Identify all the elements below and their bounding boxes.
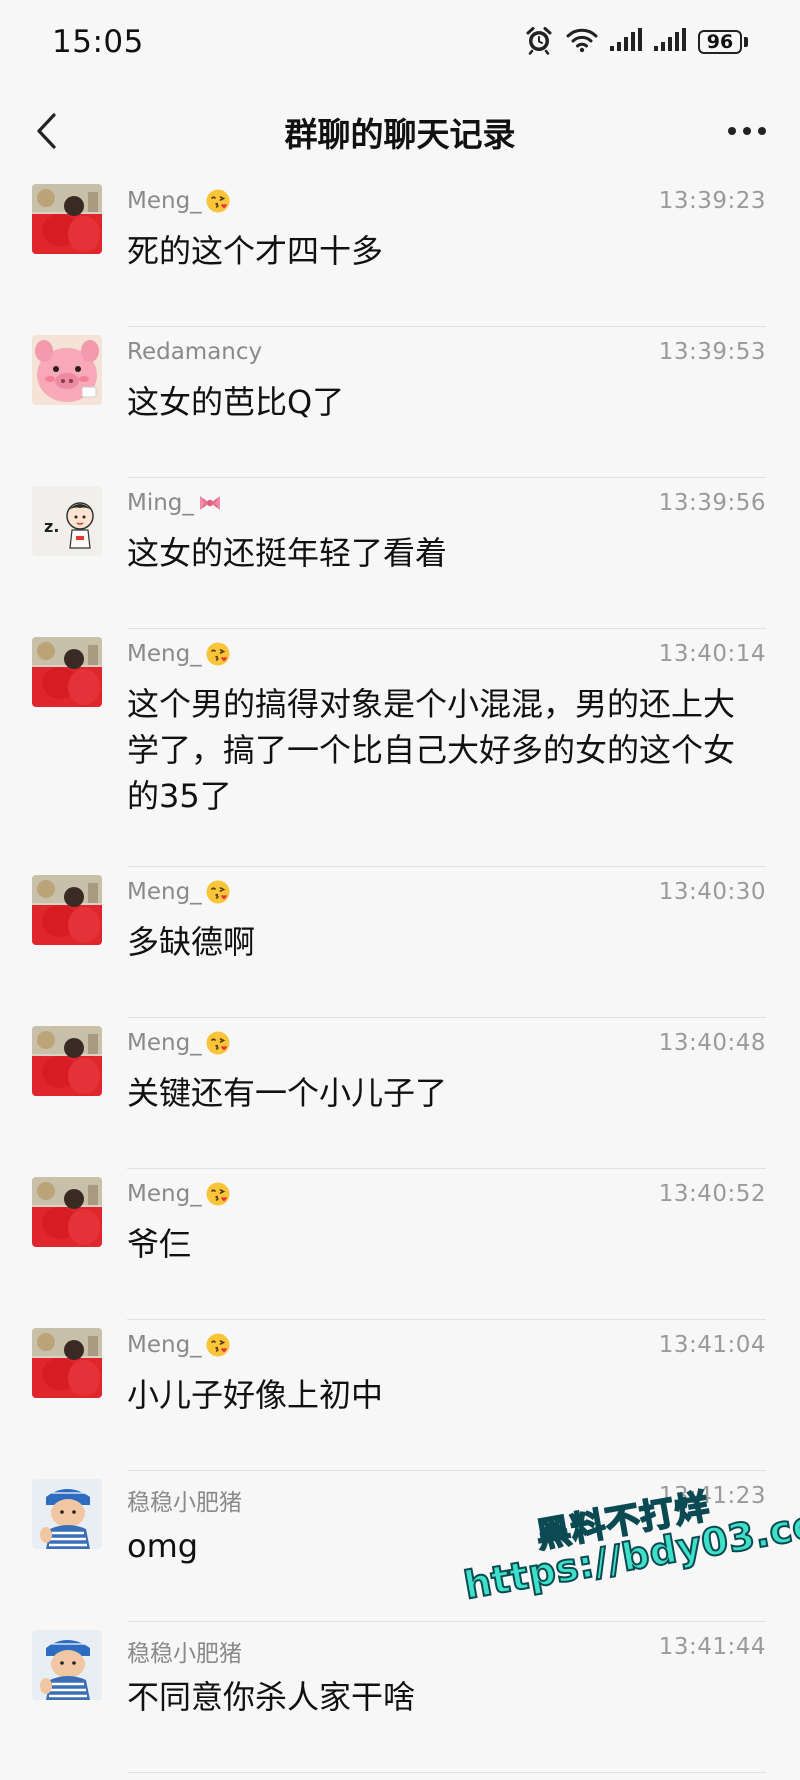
message-time: 13:40:48 <box>658 1030 766 1056</box>
avatar[interactable]: z. <box>32 486 102 556</box>
kiss-emoji-icon <box>205 1332 231 1358</box>
avatar[interactable] <box>32 335 102 405</box>
sender-name-text: Meng_ <box>127 641 202 667</box>
message-text: 这女的芭比Q了 <box>127 383 345 421</box>
sender-name-text: Meng_ <box>127 879 202 905</box>
avatar[interactable] <box>32 1026 102 1096</box>
message-text: 这个男的搞得对象是个小混混，男的还上大学了，搞了一个比自己大好多的女的这个女的3… <box>127 685 736 815</box>
alarm-icon <box>524 25 554 59</box>
bow-emoji-icon <box>197 490 223 516</box>
wifi-icon <box>566 26 598 58</box>
sender-name: Meng_ <box>127 879 231 905</box>
message-item[interactable]: Meng_ 13:40:14 这个男的搞得对象是个小混混，男的还上大学了，搞了一个比… <box>0 629 800 867</box>
sender-name-text: Meng_ <box>127 1181 202 1207</box>
sender-name: Ming_ <box>127 490 223 516</box>
message-text: 不同意你杀人家干啥 <box>127 1678 416 1716</box>
message-item[interactable]: z. Ming_ 13:39:56 这女的还挺年轻了看着 <box>0 478 800 629</box>
sender-name-text: Meng_ <box>127 1332 202 1358</box>
message-text: 关键还有一个小儿子了 <box>127 1074 448 1112</box>
avatar[interactable] <box>32 1328 102 1398</box>
status-bar: 15:05 96 <box>0 0 800 86</box>
avatar[interactable] <box>32 184 102 254</box>
sender-name: Meng_ <box>127 188 231 214</box>
message-item[interactable]: Meng_ 13:40:52 爷仨 <box>0 1169 800 1320</box>
message-time: 13:41:23 <box>658 1483 766 1509</box>
divider <box>127 1771 766 1773</box>
message-item[interactable]: Meng_ 13:40:30 多缺德啊 <box>0 867 800 1018</box>
sender-name: 稳稳小肥猪 <box>127 1634 242 1668</box>
avatar[interactable] <box>32 1479 102 1549</box>
message-item[interactable]: 稳稳小肥猪 13:41:23 omg <box>0 1471 800 1622</box>
sender-name: 稳稳小肥猪 <box>127 1483 242 1517</box>
page-title: 群聊的聊天记录 <box>284 115 516 154</box>
message-text: omg <box>127 1527 199 1565</box>
message-list[interactable]: Meng_ 13:39:23 死的这个才四十多 Redamancy 13:39:53 这女… <box>0 176 800 1780</box>
svg-text:z.: z. <box>44 517 59 536</box>
avatar[interactable] <box>32 875 102 945</box>
more-button[interactable] <box>722 114 772 148</box>
kiss-emoji-icon <box>205 1030 231 1056</box>
message-time: 13:41:04 <box>658 1332 766 1358</box>
message-time: 13:41:44 <box>658 1634 766 1660</box>
message-time: 13:39:53 <box>658 339 766 365</box>
battery-icon: 96 <box>698 30 748 54</box>
message-time: 13:40:14 <box>658 641 766 667</box>
sender-name-text: 稳稳小肥猪 <box>127 1490 242 1516</box>
kiss-emoji-icon <box>205 879 231 905</box>
signal-icon <box>654 28 686 56</box>
message-text: 爷仨 <box>127 1225 192 1263</box>
sender-name: Meng_ <box>127 1030 231 1056</box>
status-icons: 96 <box>524 22 748 62</box>
kiss-emoji-icon <box>205 1181 231 1207</box>
sender-name-text: Redamancy <box>127 339 263 365</box>
message-text: 多缺德啊 <box>127 923 256 961</box>
avatar[interactable] <box>32 1630 102 1700</box>
kiss-emoji-icon <box>205 641 231 667</box>
signal-icon <box>610 28 642 56</box>
message-item[interactable]: 稳稳小肥猪 13:41:44 不同意你杀人家干啥 <box>0 1622 800 1773</box>
sender-name-text: Meng_ <box>127 1030 202 1056</box>
message-time: 13:40:52 <box>658 1181 766 1207</box>
kiss-emoji-icon <box>205 188 231 214</box>
sender-name: Meng_ <box>127 1332 231 1358</box>
message-time: 13:39:23 <box>658 188 766 214</box>
sender-name-text: Ming_ <box>127 490 194 516</box>
sender-name: Redamancy <box>127 339 262 365</box>
message-item[interactable]: Meng_ 13:41:04 小儿子好像上初中 <box>0 1320 800 1471</box>
sender-name: Meng_ <box>127 641 231 667</box>
message-item[interactable]: Redamancy 13:39:53 这女的芭比Q了 <box>0 327 800 478</box>
message-text: 小儿子好像上初中 <box>127 1376 384 1414</box>
message-item[interactable]: Meng_ 13:40:48 关键还有一个小儿子了 <box>0 1018 800 1169</box>
sender-name-text: 稳稳小肥猪 <box>127 1641 242 1667</box>
sender-name-text: Meng_ <box>127 188 202 214</box>
more-icon <box>728 127 766 135</box>
message-time: 13:39:56 <box>658 490 766 516</box>
avatar[interactable] <box>32 637 102 707</box>
status-time: 15:05 <box>52 24 144 60</box>
message-text: 死的这个才四十多 <box>127 232 384 270</box>
battery-level: 96 <box>698 30 742 54</box>
message-text: 这女的还挺年轻了看着 <box>127 534 448 572</box>
sender-name: Meng_ <box>127 1181 231 1207</box>
nav-bar: 群聊的聊天记录 <box>0 86 800 176</box>
avatar[interactable] <box>32 1177 102 1247</box>
message-time: 13:40:30 <box>658 879 766 905</box>
message-item[interactable]: Meng_ 13:39:23 死的这个才四十多 <box>0 176 800 327</box>
